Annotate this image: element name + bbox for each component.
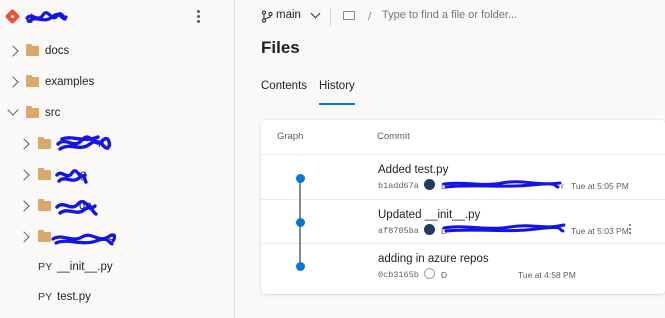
- folder-icon: [26, 106, 39, 118]
- commit-author-suffix: r: [561, 181, 564, 191]
- avatar: [424, 224, 435, 235]
- commit-message[interactable]: Updated __init__.py: [378, 209, 480, 221]
- commit-id[interactable]: af8705ba: [378, 226, 419, 236]
- avatar: [424, 268, 435, 279]
- tree-folder-redacted-4[interactable]: e: [0, 224, 235, 254]
- branch-icon: [261, 10, 273, 23]
- page-title: Files: [261, 38, 300, 57]
- chevron-down-icon[interactable]: [7, 104, 19, 116]
- tree-file-test[interactable]: PY test.py: [0, 284, 235, 314]
- commit-time: Tue at 4:58 PM: [518, 270, 576, 280]
- chevron-right-icon[interactable]: [7, 45, 19, 57]
- folder-icon: [26, 44, 39, 56]
- tree-folder-redacted-3[interactable]: de: [0, 193, 235, 223]
- chevron-right-icon[interactable]: [7, 76, 19, 88]
- python-file-icon: PY: [38, 291, 53, 303]
- tree-folder-docs[interactable]: docs: [0, 38, 235, 68]
- commit-message[interactable]: Added test.py: [378, 164, 448, 176]
- commit-time: Tue at 5:03 PM: [571, 226, 629, 236]
- chevron-right-icon[interactable]: [18, 169, 30, 181]
- file-tree-sidebar: d docs examples src n g de e PY __init__…: [0, 0, 235, 318]
- git-repo-icon: [4, 8, 21, 25]
- commit-node-icon: [295, 262, 305, 271]
- tab-history[interactable]: History: [319, 80, 355, 105]
- tree-label: test.py: [57, 291, 91, 303]
- file-search-input[interactable]: [382, 9, 602, 21]
- commit-author: D: [441, 270, 448, 280]
- redaction-scribble: [442, 223, 566, 233]
- column-header-commit: Commit: [377, 131, 410, 142]
- chevron-right-icon[interactable]: [18, 138, 30, 150]
- commit-node-icon: [295, 174, 305, 183]
- row-divider: [261, 199, 665, 200]
- redaction-scribble: [56, 135, 112, 151]
- tab-contents[interactable]: Contents: [261, 80, 307, 105]
- commit-id[interactable]: b1add67a: [378, 181, 419, 191]
- repo-more-options-icon[interactable]: [193, 8, 203, 26]
- row-divider: [261, 154, 665, 155]
- redaction-scribble: [25, 11, 68, 23]
- chevron-down-icon[interactable]: [310, 8, 321, 19]
- tree-label: examples: [45, 76, 95, 88]
- folder-icon: [26, 75, 39, 87]
- folder-outline-icon[interactable]: [343, 11, 355, 20]
- commit-node-icon: [295, 218, 305, 227]
- chevron-right-icon[interactable]: [18, 200, 30, 212]
- tree-folder-redacted-2[interactable]: g: [0, 162, 235, 192]
- avatar: [424, 179, 435, 190]
- tree-label: src: [45, 107, 61, 119]
- commit-id[interactable]: 0cb3165b: [378, 270, 419, 280]
- commit-time: Tue at 5:05 PM: [571, 181, 629, 191]
- tree-label: docs: [45, 45, 70, 57]
- commit-message[interactable]: adding in azure repos: [378, 253, 489, 265]
- redaction-scribble: [55, 200, 98, 216]
- folder-icon: [38, 199, 51, 211]
- folder-icon: [38, 137, 51, 149]
- branch-selector[interactable]: main: [276, 9, 301, 21]
- tree-file-init[interactable]: PY __init__.py: [0, 254, 235, 284]
- redaction-scribble: [55, 169, 88, 184]
- divider: [330, 8, 331, 26]
- folder-icon: [38, 168, 51, 180]
- chevron-right-icon[interactable]: [18, 231, 30, 243]
- tree-folder-src[interactable]: src: [0, 100, 235, 130]
- redaction-scribble: [442, 180, 562, 189]
- path-toolbar: main /: [235, 0, 665, 34]
- tree-folder-examples[interactable]: examples: [0, 69, 235, 99]
- redaction-scribble: [51, 233, 116, 246]
- tree-label: __init__.py: [57, 261, 113, 273]
- tree-folder-redacted-1[interactable]: n: [0, 131, 235, 161]
- column-header-graph: Graph: [277, 131, 304, 142]
- commit-history-card: Graph Commit Added test.py b1add67a D r …: [261, 120, 665, 294]
- row-divider: [261, 243, 665, 244]
- python-file-icon: PY: [38, 261, 53, 273]
- path-separator: /: [368, 9, 372, 23]
- commit-more-options-icon[interactable]: [626, 222, 634, 238]
- repo-header[interactable]: d: [0, 0, 235, 36]
